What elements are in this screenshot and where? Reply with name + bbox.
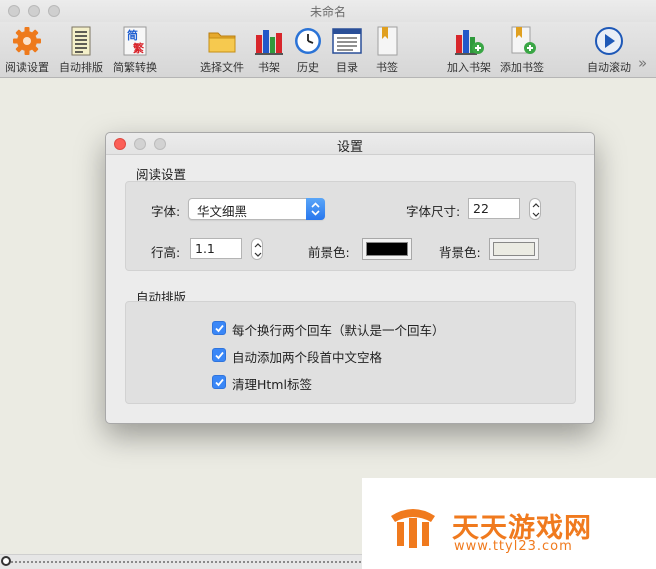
toolbar-label: 加入书架 — [447, 61, 491, 74]
foreground-color-swatch — [366, 242, 408, 256]
text-layout-icon — [71, 26, 91, 56]
background-color-swatch — [493, 242, 535, 256]
foreground-color-label: 前景色: — [308, 245, 350, 260]
bookshelf-icon — [255, 30, 283, 55]
toolbar-add-to-shelf-button[interactable]: 加入书架 — [447, 24, 491, 76]
bookmark-icon — [377, 26, 398, 56]
toolbar-bookmark-button[interactable]: 书签 — [368, 24, 406, 76]
toolbar-convert-button[interactable]: 简 繁 简繁转换 — [113, 24, 157, 76]
list-icon — [332, 28, 362, 54]
select-arrows-icon — [306, 198, 325, 220]
add-bookshelf-icon — [455, 30, 484, 55]
reading-settings-group: 字体: 华文细黑 字体尺寸: 22 行高: 1.1 前景色: 背景色: — [125, 181, 576, 271]
background-color-well[interactable] — [489, 238, 539, 260]
toolbar-label: 简繁转换 — [113, 61, 157, 74]
toolbar-add-bookmark-button[interactable]: 添加书签 — [500, 24, 544, 76]
font-select[interactable]: 华文细黑 — [188, 198, 325, 220]
play-icon — [595, 27, 623, 55]
folder-icon — [208, 32, 236, 53]
watermark: 天天游戏网 www.ttyl23.com — [362, 478, 656, 569]
simplified-traditional-icon: 简 繁 — [123, 26, 147, 56]
checkbox-label: 每个换行两个回车（默认是一个回车） — [232, 323, 445, 338]
progress-track[interactable] — [8, 561, 368, 563]
checkbox[interactable] — [212, 321, 226, 335]
line-height-input[interactable]: 1.1 — [190, 238, 242, 259]
line-height-stepper[interactable] — [251, 238, 263, 260]
gear-icon — [13, 27, 41, 55]
toolbar-open-file-button[interactable]: 选择文件 — [200, 24, 244, 76]
watermark-url: www.ttyl23.com — [454, 539, 573, 554]
font-size-input[interactable]: 22 — [468, 198, 520, 219]
clock-icon — [295, 28, 321, 54]
checkbox[interactable] — [212, 348, 226, 362]
toolbar-label: 自动滚动 — [587, 61, 631, 74]
settings-dialog: 设置 阅读设置 字体: 华文细黑 字体尺寸: 22 行高: 1.1 前景色: 背… — [105, 132, 595, 424]
toolbar-label: 添加书签 — [500, 61, 544, 74]
window-titlebar: 未命名 — [0, 0, 656, 22]
add-bookmark-icon — [511, 26, 536, 54]
svg-text:繁: 繁 — [132, 41, 145, 55]
toolbar-auto-layout-button[interactable]: 自动排版 — [59, 24, 103, 76]
background-color-label: 背景色: — [439, 245, 481, 260]
toolbar-autoscroll-button[interactable]: 自动滚动 — [587, 24, 631, 76]
font-size-label: 字体尺寸: — [406, 204, 461, 219]
font-label: 字体: — [151, 204, 181, 219]
toolbar-reading-settings-button[interactable]: 阅读设置 — [5, 24, 49, 76]
checkbox-label: 清理Html标签 — [232, 377, 312, 392]
window-title: 未命名 — [309, 5, 346, 19]
toolbar-label: 自动排版 — [59, 61, 103, 74]
dialog-title: 设置 — [336, 140, 363, 155]
line-height-label: 行高: — [151, 245, 181, 260]
font-select-value: 华文细黑 — [197, 204, 248, 219]
toolbar-label: 阅读设置 — [5, 61, 49, 74]
toolbar-label: 书签 — [376, 61, 398, 74]
toolbar-overflow-button[interactable]: » — [638, 54, 647, 72]
svg-text:简: 简 — [127, 28, 138, 42]
watermark-logo-icon — [391, 509, 435, 548]
progress-slider-knob[interactable] — [1, 556, 11, 566]
checkbox-label: 自动添加两个段首中文空格 — [232, 350, 383, 365]
dialog-titlebar: 设置 — [106, 133, 594, 155]
checkbox[interactable] — [212, 375, 226, 389]
foreground-color-well[interactable] — [362, 238, 412, 260]
font-size-stepper[interactable] — [529, 198, 541, 220]
toolbar: 阅读设置 自动排版 简 繁 简繁转换 选择文件 书架 历史 目录 书签 加入书架… — [0, 22, 656, 78]
auto-layout-group: 每个换行两个回车（默认是一个回车） 自动添加两个段首中文空格 清理Html标签 — [125, 301, 576, 404]
